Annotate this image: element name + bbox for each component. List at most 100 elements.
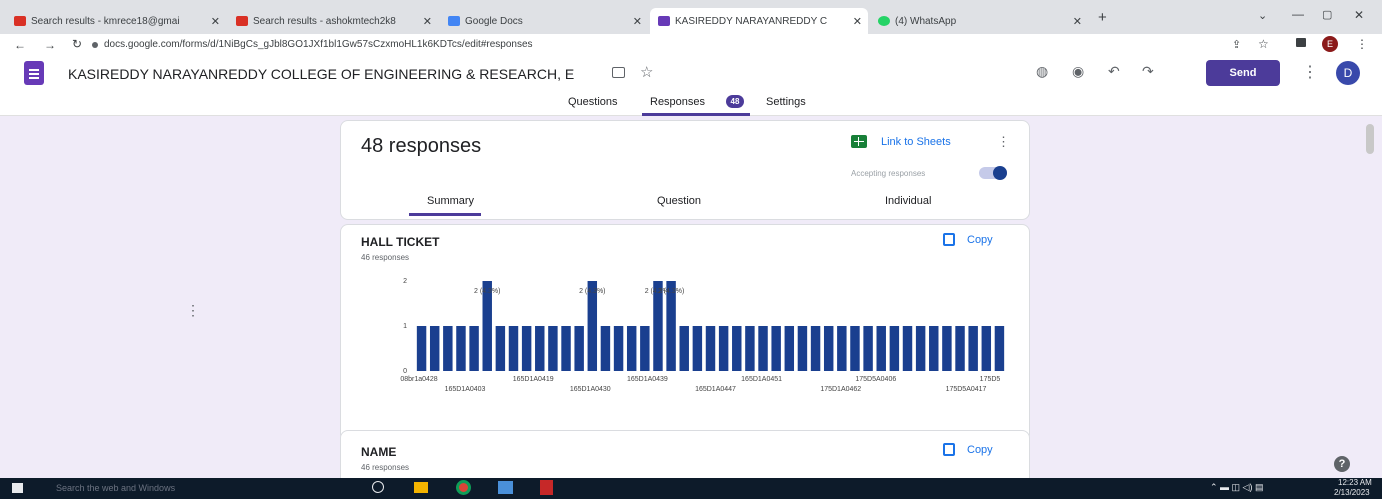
chart-bar (508, 326, 519, 371)
x-tick-label: 165D1A0447 (695, 386, 736, 393)
preview-eye-icon[interactable]: ◉ (1072, 63, 1084, 80)
folder-icon[interactable] (612, 67, 625, 78)
chart-bar (600, 326, 611, 371)
accepting-responses-toggle[interactable] (979, 166, 1007, 180)
chart-bar (574, 326, 584, 371)
copy-icon[interactable] (943, 443, 955, 456)
copy-button[interactable]: Copy (967, 234, 993, 246)
x-tick-label: 175D5 (980, 376, 1001, 383)
undo-icon[interactable]: ↶ (1108, 63, 1120, 80)
tab-label: Search results - ashokmtech2k8 (253, 15, 396, 27)
store-icon[interactable] (498, 481, 513, 494)
x-tick-label: 175D5A0417 (946, 386, 987, 393)
x-tick-label: 175D5A0406 (855, 376, 896, 383)
chart-bar (994, 326, 1005, 371)
taskbar-search[interactable]: Search the web and Windows (56, 483, 175, 493)
tab-summary[interactable]: Summary (427, 195, 474, 207)
new-tab-icon[interactable]: + (1098, 9, 1107, 26)
chart-bar (613, 326, 624, 371)
close-window-icon[interactable]: ✕ (1354, 8, 1364, 22)
chart-bar (929, 326, 939, 371)
back-icon[interactable]: ← (14, 38, 26, 52)
task-view-icon[interactable] (372, 481, 384, 493)
bar-data-label: 2 (4.3%) (658, 288, 684, 295)
forward-icon[interactable]: → (44, 38, 56, 52)
tray-icons[interactable]: ⌃ ▬ ◫ ◁) ▤ (1210, 482, 1263, 493)
file-explorer-icon[interactable] (414, 482, 428, 493)
maximize-icon[interactable]: ▢ (1322, 8, 1332, 21)
chart-bar (535, 326, 545, 371)
browser-tab-forms[interactable]: KASIREDDY NARAYANREDDY C ✕ (650, 8, 868, 34)
star-icon[interactable]: ☆ (1258, 37, 1269, 51)
copy-button[interactable]: Copy (967, 444, 993, 456)
chart-bar (955, 326, 965, 371)
sheets-icon[interactable] (851, 135, 867, 148)
tab-settings[interactable]: Settings (766, 96, 806, 108)
chart-bar (889, 326, 900, 371)
chart-bar (640, 326, 650, 371)
accepting-responses-label: Accepting responses (851, 169, 926, 178)
sidebar-icon[interactable] (1296, 38, 1306, 47)
menu-icon[interactable]: ⋮ (1356, 37, 1368, 51)
chart-bar (915, 326, 926, 371)
forms-header: KASIREDDY NARAYANREDDY COLLEGE OF ENGINE… (0, 56, 1382, 90)
url-field[interactable]: docs.google.com/forms/d/1NiBgCs_gJbl8GO1… (104, 39, 533, 50)
browser-tab-gmail-2[interactable]: Search results - ashokmtech2k8 ✕ (228, 8, 438, 34)
chart-bar (679, 326, 689, 371)
docs-icon (448, 16, 460, 26)
form-section-tabs: Questions Responses 48 Settings (0, 90, 1382, 116)
windows-start-icon[interactable] (12, 483, 23, 493)
chrome-icon[interactable] (456, 480, 471, 495)
chart-bar (823, 326, 834, 371)
chart-bar (561, 326, 571, 371)
hall-ticket-card: HALL TICKET 46 responses Copy 0 1 2 2 (4.3%… (340, 224, 1030, 442)
link-to-sheets-button[interactable]: Link to Sheets (881, 136, 951, 148)
tab-question[interactable]: Question (657, 195, 701, 207)
clock-date[interactable]: 2/13/2023 (1334, 488, 1370, 497)
chart-bar (429, 326, 440, 371)
forms-logo-icon[interactable] (24, 61, 44, 85)
browser-tab-gmail-1[interactable]: Search results - kmrece18@gmai ✕ (6, 8, 226, 34)
star-icon[interactable]: ☆ (640, 63, 653, 81)
close-icon[interactable]: ✕ (211, 15, 220, 28)
palette-icon[interactable]: ◍ (1036, 63, 1048, 80)
tab-questions[interactable]: Questions (568, 96, 618, 108)
more-options-icon[interactable]: ⋮ (1302, 62, 1318, 82)
close-icon[interactable]: ✕ (423, 15, 432, 28)
form-title[interactable]: KASIREDDY NARAYANREDDY COLLEGE OF ENGINE… (68, 66, 574, 82)
chart-bar (732, 326, 742, 371)
whatsapp-icon (878, 16, 890, 26)
minimize-icon[interactable]: — (1292, 7, 1304, 21)
copy-icon[interactable] (943, 233, 955, 246)
lock-icon (92, 42, 98, 48)
close-icon[interactable]: ✕ (1073, 15, 1082, 28)
drag-handle-icon[interactable]: ⋮ (186, 302, 200, 319)
x-tick-label: 08br1a0428 (400, 376, 437, 383)
clock-time[interactable]: 12:23 AM (1338, 478, 1372, 487)
tab-label: Google Docs (465, 15, 523, 27)
more-options-icon[interactable]: ⋮ (997, 134, 1010, 150)
close-icon[interactable]: ✕ (853, 15, 862, 28)
tab-search-icon[interactable]: ⌄ (1258, 9, 1267, 22)
help-icon[interactable]: ? (1334, 456, 1350, 472)
browser-tab-whatsapp[interactable]: (4) WhatsApp ✕ (870, 8, 1088, 34)
chart-bar (626, 326, 637, 371)
redo-icon[interactable]: ↷ (1142, 63, 1154, 80)
scrollbar[interactable] (1366, 124, 1374, 154)
chart-bar (981, 326, 992, 371)
chart-bar (784, 326, 795, 371)
responses-heading: 48 responses (361, 135, 482, 157)
reload-icon[interactable]: ↻ (72, 37, 82, 51)
chart-bar (850, 326, 860, 371)
close-icon[interactable]: ✕ (633, 15, 642, 28)
send-button[interactable]: Send (1206, 60, 1280, 86)
tab-individual[interactable]: Individual (885, 195, 931, 207)
profile-avatar[interactable]: E (1322, 36, 1338, 52)
share-icon[interactable]: ⇪ (1232, 38, 1241, 51)
browser-tab-docs[interactable]: Google Docs ✕ (440, 8, 648, 34)
tab-responses[interactable]: Responses (650, 96, 705, 108)
tab-label: KASIREDDY NARAYANREDDY C (675, 15, 828, 27)
account-avatar[interactable]: D (1336, 61, 1360, 85)
gmail-icon (236, 16, 248, 26)
pdf-reader-icon[interactable] (540, 480, 553, 495)
